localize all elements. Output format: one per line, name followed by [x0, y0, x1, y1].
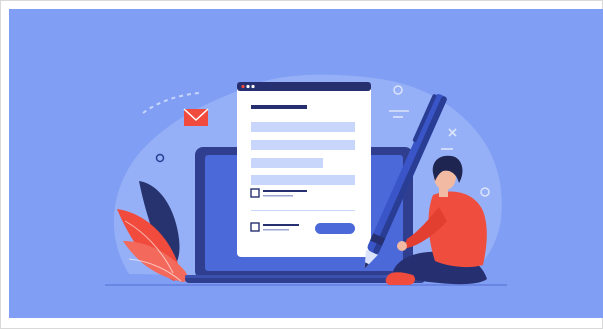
checkbox-label-line	[263, 190, 307, 192]
person-hand	[397, 241, 407, 251]
form-divider	[251, 210, 355, 211]
window-dot-icon	[241, 84, 245, 89]
form-field	[251, 140, 355, 150]
checkbox-label-line	[263, 224, 299, 226]
window-dot-icon	[251, 84, 255, 89]
form-field	[251, 158, 323, 168]
checkbox-label-line	[263, 229, 289, 231]
image-frame	[0, 0, 603, 329]
form-heading-line	[251, 105, 307, 109]
form-field	[251, 122, 355, 132]
illustration-scene	[9, 9, 603, 318]
form-submit-button	[315, 223, 355, 234]
form-field	[251, 175, 355, 185]
window-dot-icon	[246, 84, 250, 89]
form-window	[237, 82, 371, 257]
online-form-illustration	[105, 74, 507, 286]
envelope-icon	[183, 108, 209, 126]
checkbox-label-line	[263, 195, 293, 197]
form-window-titlebar	[237, 82, 371, 91]
